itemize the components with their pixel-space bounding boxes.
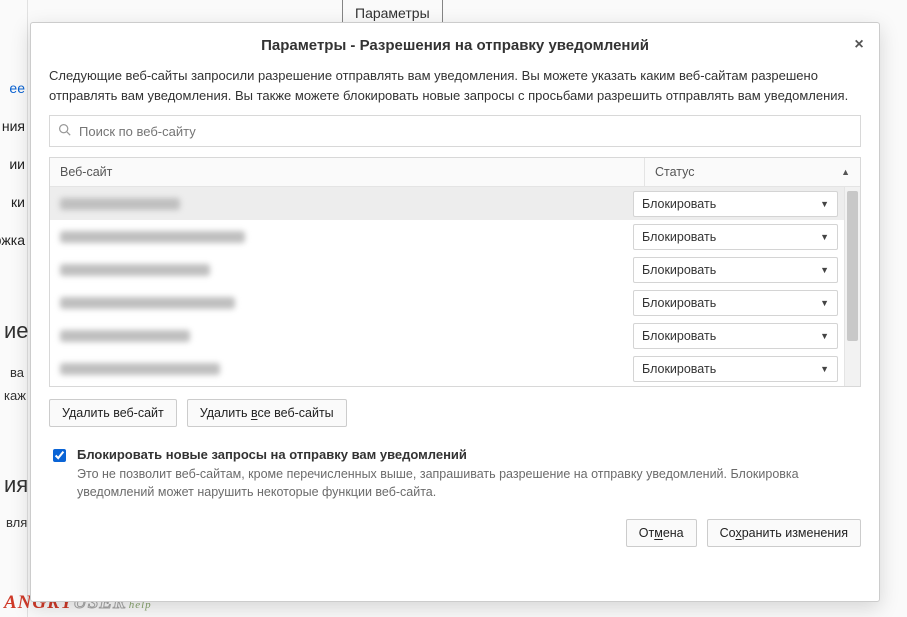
column-header-label: Статус bbox=[655, 165, 695, 179]
cell-site bbox=[60, 297, 633, 309]
chevron-down-icon: ▼ bbox=[820, 331, 829, 341]
dialog-title-text: Параметры - Разрешения на отправку уведо… bbox=[261, 37, 649, 54]
dialog-body: Следующие веб-сайты запросили разрешение… bbox=[31, 62, 879, 601]
checkbox-label: Блокировать новые запросы на отправку ва… bbox=[77, 447, 467, 462]
remove-all-sites-button[interactable]: Удалить все веб-сайты bbox=[187, 399, 347, 427]
status-value: Блокировать bbox=[642, 329, 716, 343]
table-row[interactable]: Блокировать ▼ bbox=[50, 253, 844, 286]
save-button[interactable]: Сохранить изменения bbox=[707, 519, 861, 547]
remove-site-button[interactable]: Удалить веб-сайт bbox=[49, 399, 177, 427]
cell-status: Блокировать ▼ bbox=[633, 191, 838, 217]
notification-permissions-dialog: Параметры - Разрешения на отправку уведо… bbox=[30, 22, 880, 602]
status-value: Блокировать bbox=[642, 296, 716, 310]
search-field-wrap[interactable] bbox=[49, 115, 861, 147]
cell-site bbox=[60, 198, 633, 210]
status-dropdown[interactable]: Блокировать ▼ bbox=[633, 224, 838, 250]
column-header-label: Веб-сайт bbox=[60, 165, 112, 179]
status-dropdown[interactable]: Блокировать ▼ bbox=[633, 257, 838, 283]
checkbox-text: Блокировать новые запросы на отправку ва… bbox=[77, 447, 861, 501]
column-header-status[interactable]: Статус ▲ bbox=[645, 158, 860, 186]
column-header-site[interactable]: Веб-сайт bbox=[50, 158, 645, 186]
cell-status: Блокировать ▼ bbox=[633, 290, 838, 316]
table-row[interactable]: Блокировать ▼ bbox=[50, 187, 844, 220]
block-new-requests-row: Блокировать новые запросы на отправку ва… bbox=[49, 447, 861, 501]
blurred-site-url bbox=[60, 264, 210, 276]
status-value: Блокировать bbox=[642, 230, 716, 244]
cell-status: Блокировать ▼ bbox=[633, 257, 838, 283]
search-input[interactable] bbox=[77, 123, 852, 140]
table-body-wrap: Блокировать▼Блокировать▼Блокировать▼Блок… bbox=[50, 187, 860, 386]
cancel-button[interactable]: Отмена bbox=[626, 519, 697, 547]
status-value: Блокировать bbox=[642, 362, 716, 376]
table-header: Веб-сайт Статус ▲ bbox=[50, 158, 860, 187]
button-label: Сохранить изменения bbox=[720, 526, 848, 540]
blurred-site-url bbox=[60, 363, 220, 375]
close-button[interactable]: × bbox=[849, 35, 869, 55]
sort-asc-icon: ▲ bbox=[841, 167, 850, 177]
cell-status: Блокировать ▼ bbox=[633, 224, 838, 250]
block-new-requests-checkbox[interactable] bbox=[53, 449, 66, 462]
button-label: Удалить веб-сайт bbox=[62, 406, 164, 420]
vertical-scrollbar[interactable] bbox=[844, 187, 860, 386]
sites-table: Веб-сайт Статус ▲ Блокировать▼Блокироват… bbox=[49, 157, 861, 387]
status-dropdown[interactable]: Блокировать ▼ bbox=[633, 323, 838, 349]
status-dropdown[interactable]: Блокировать ▼ bbox=[633, 356, 838, 382]
cell-status: Блокировать ▼ bbox=[633, 323, 838, 349]
dialog-title: Параметры - Разрешения на отправку уведо… bbox=[31, 23, 879, 62]
chevron-down-icon: ▼ bbox=[820, 265, 829, 275]
table-row[interactable]: Блокировать ▼ bbox=[50, 286, 844, 319]
status-value: Блокировать bbox=[642, 263, 716, 277]
button-label: Отмена bbox=[639, 526, 684, 540]
blurred-site-url bbox=[60, 231, 245, 243]
cell-site bbox=[60, 264, 633, 276]
status-value: Блокировать bbox=[642, 197, 716, 211]
search-icon bbox=[58, 123, 71, 139]
table-row[interactable]: Блокировать ▼ bbox=[50, 352, 844, 385]
table-row[interactable]: Блокировать ▼ bbox=[50, 220, 844, 253]
chevron-down-icon: ▼ bbox=[820, 298, 829, 308]
chevron-down-icon: ▼ bbox=[820, 199, 829, 209]
chevron-down-icon: ▼ bbox=[820, 232, 829, 242]
table-action-buttons: Удалить веб-сайт Удалить все веб-сайты bbox=[49, 399, 861, 427]
chevron-down-icon: ▼ bbox=[820, 364, 829, 374]
table-body: Блокировать▼Блокировать▼Блокировать▼Блок… bbox=[50, 187, 844, 386]
blurred-site-url bbox=[60, 198, 180, 210]
cell-site bbox=[60, 330, 633, 342]
close-icon: × bbox=[854, 36, 863, 54]
blurred-site-url bbox=[60, 330, 190, 342]
scrollbar-thumb[interactable] bbox=[847, 191, 858, 341]
cell-site bbox=[60, 231, 633, 243]
button-label: Удалить все веб-сайты bbox=[200, 406, 334, 420]
status-dropdown[interactable]: Блокировать ▼ bbox=[633, 191, 838, 217]
dialog-footer: Отмена Сохранить изменения bbox=[49, 519, 861, 547]
cell-status: Блокировать ▼ bbox=[633, 356, 838, 382]
table-row[interactable]: Блокировать ▼ bbox=[50, 319, 844, 352]
checkbox-help-text: Это не позволит веб-сайтам, кроме перечи… bbox=[77, 465, 861, 501]
status-dropdown[interactable]: Блокировать ▼ bbox=[633, 290, 838, 316]
blurred-site-url bbox=[60, 297, 235, 309]
dialog-description: Следующие веб-сайты запросили разрешение… bbox=[49, 66, 861, 105]
cell-site bbox=[60, 363, 633, 375]
